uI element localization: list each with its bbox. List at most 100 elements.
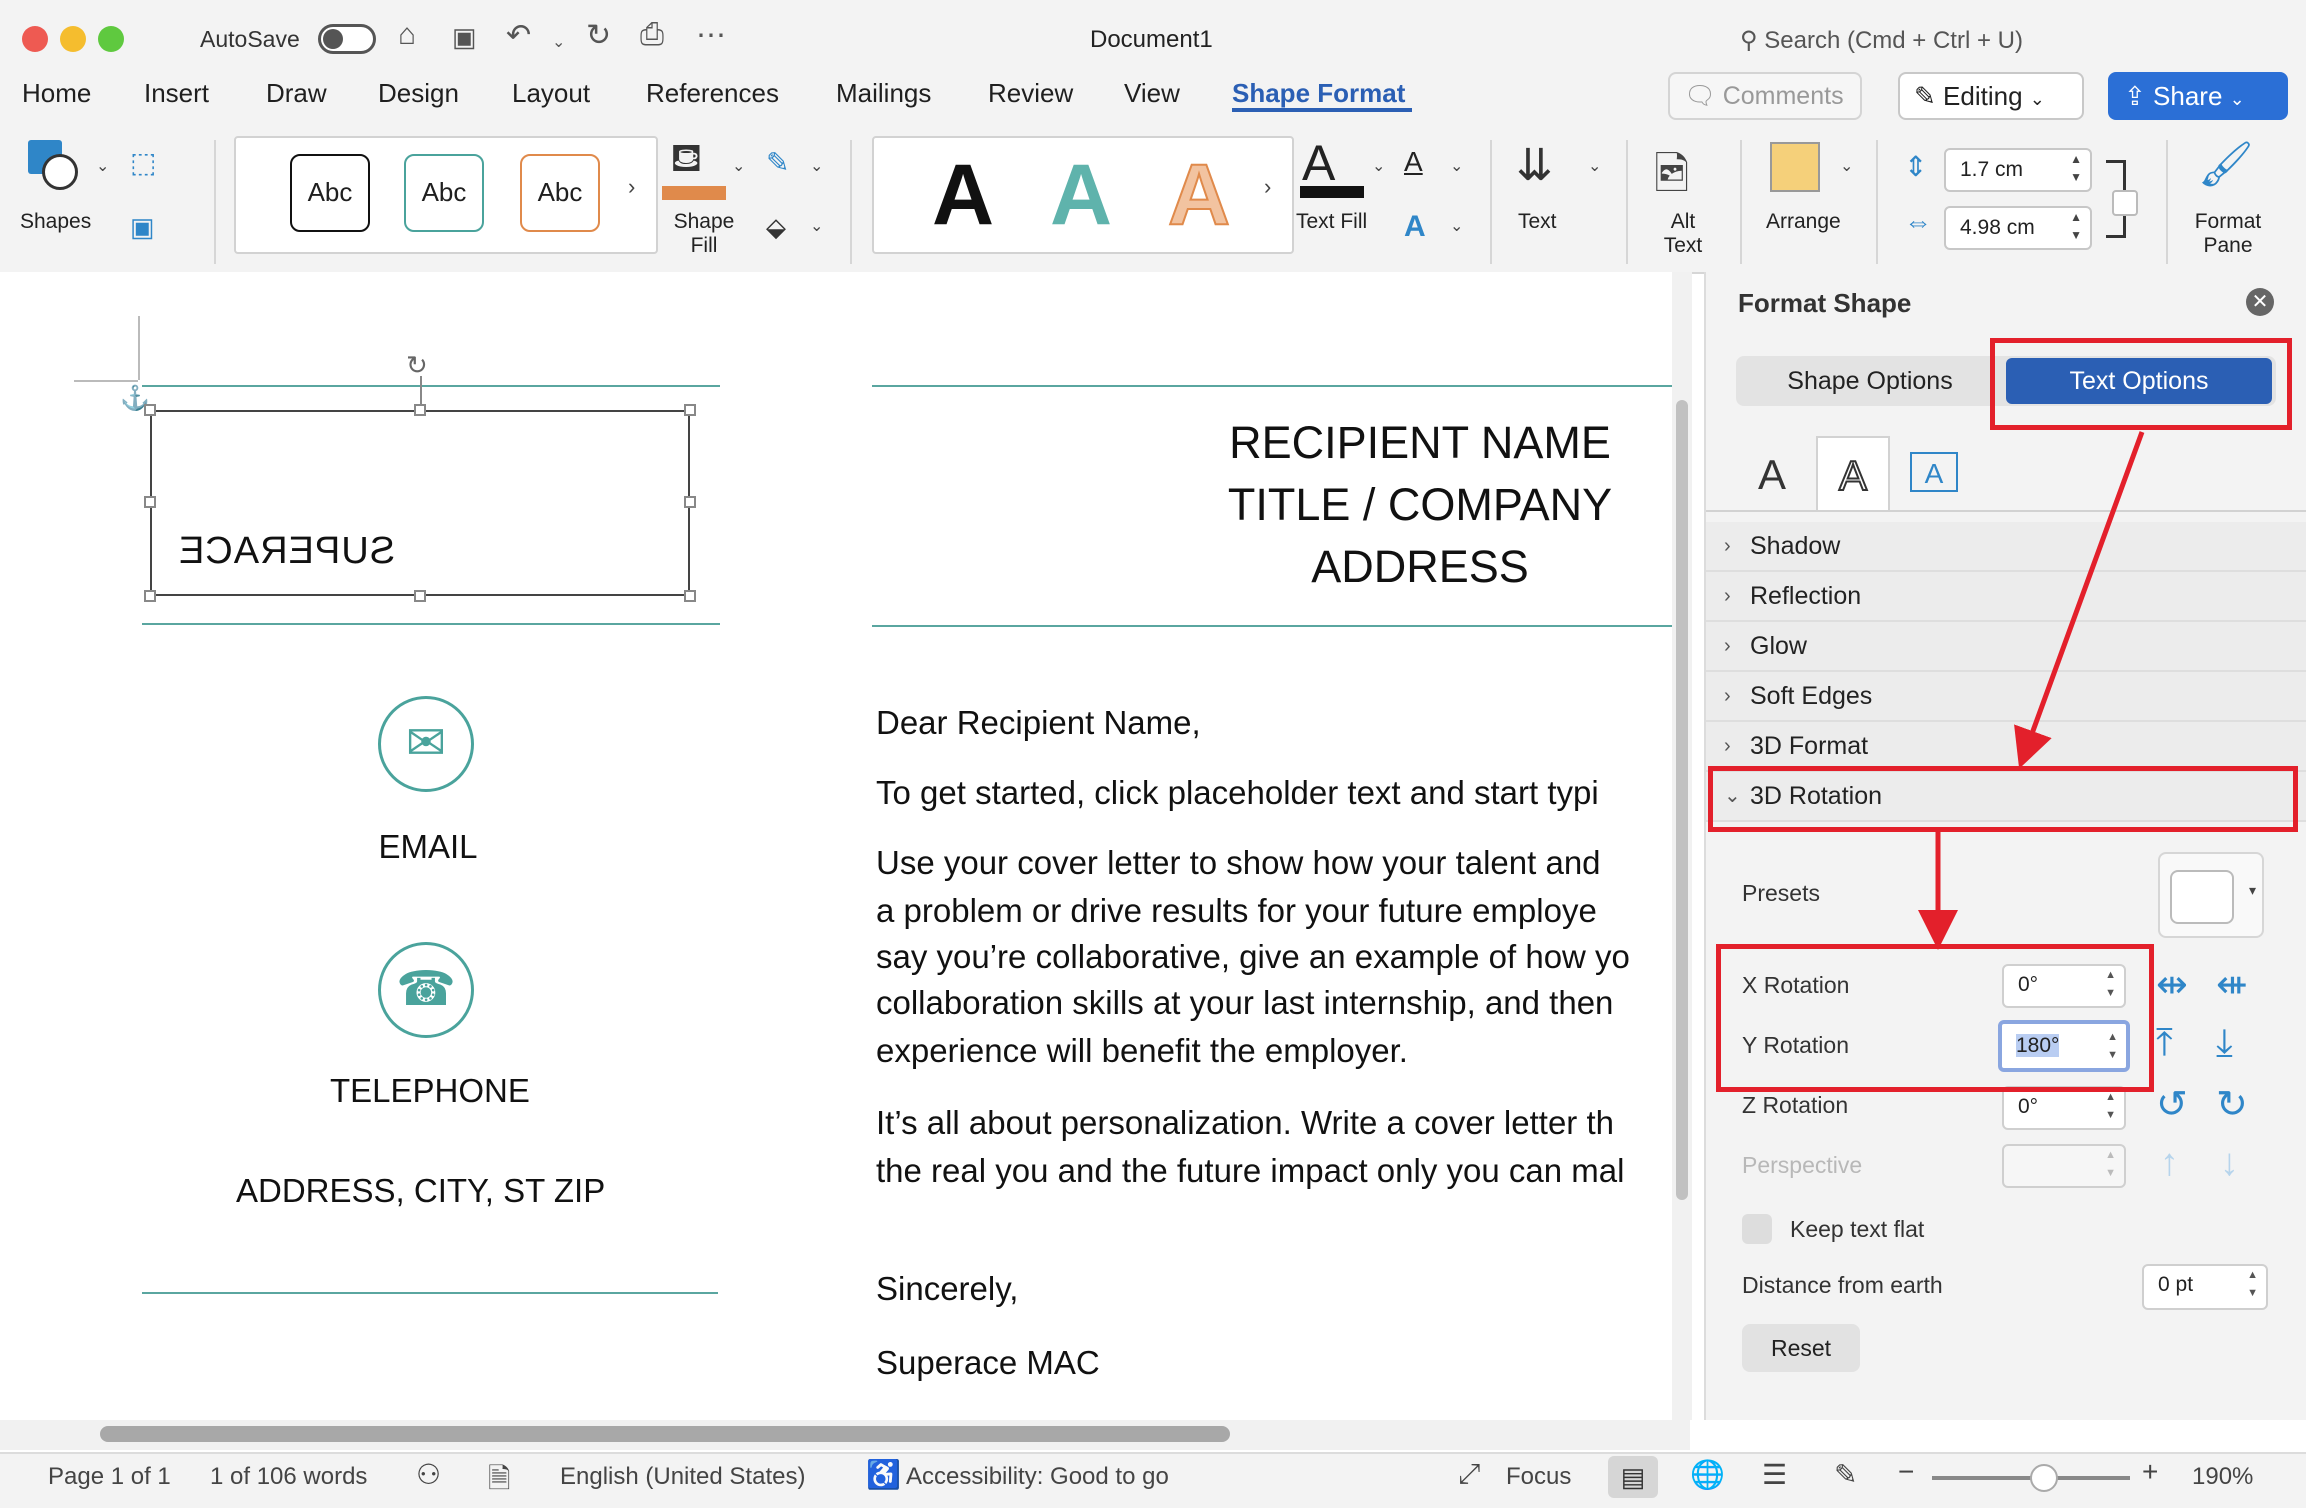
edit-shape-icon[interactable]: ⬚ (130, 146, 156, 179)
tab-insert[interactable]: Insert (144, 78, 209, 109)
rotate-right-x-icon[interactable]: ⇺ (2216, 962, 2248, 1007)
outline-chevron-icon[interactable]: ⌄ (810, 156, 823, 176)
text-outline-chevron-icon[interactable]: ⌄ (1450, 156, 1463, 176)
close-icon[interactable]: ✕ (2246, 288, 2274, 316)
resize-handle[interactable] (684, 404, 696, 416)
tab-mailings[interactable]: Mailings (836, 78, 931, 109)
arrange-chevron-icon[interactable]: ⌄ (1840, 156, 1853, 176)
letter-body[interactable]: Dear Recipient Name, To get started, cli… (876, 704, 1672, 1404)
redo-icon[interactable]: ↻ (586, 18, 611, 53)
tab-draw[interactable]: Draw (266, 78, 327, 109)
rotate-counterclockwise-icon[interactable]: ↺ (2156, 1082, 2188, 1127)
text-effects-icon[interactable]: A (1404, 210, 1426, 244)
shape-fill-chevron-icon[interactable]: ⌄ (732, 156, 745, 176)
text-box-icon[interactable]: ▣ (130, 212, 155, 243)
reset-button[interactable]: Reset (1742, 1324, 1860, 1372)
close-window-button[interactable] (22, 26, 48, 52)
resize-handle[interactable] (414, 590, 426, 602)
tab-references[interactable]: References (646, 78, 779, 109)
share-button[interactable]: ⇪ Share ⌄ (2108, 72, 2288, 120)
word-count[interactable]: 1 of 106 words (210, 1463, 367, 1491)
draft-view-icon[interactable]: ✎ (1834, 1458, 1857, 1491)
print-layout-icon[interactable]: ▤ (1608, 1456, 1658, 1498)
resize-handle[interactable] (144, 496, 156, 508)
zoom-level[interactable]: 190% (2192, 1463, 2253, 1491)
outline-view-icon[interactable]: ☰ (1762, 1458, 1787, 1491)
tab-view[interactable]: View (1124, 78, 1180, 109)
wordart-more-chevron-icon[interactable]: › (1264, 174, 1271, 200)
rotate-up-y-icon[interactable]: ⤒ (2156, 1022, 2173, 1065)
zoom-out-icon[interactable]: − (1898, 1456, 1914, 1488)
text-direction-icon[interactable]: ⇊ (1516, 140, 1553, 191)
tab-shape-format[interactable]: Shape Format (1232, 78, 1405, 109)
keep-text-flat-checkbox[interactable] (1742, 1214, 1772, 1244)
width-stepper-icon[interactable]: ▲ ▼ (2070, 208, 2082, 244)
resize-handle[interactable] (144, 404, 156, 416)
text-outline-icon[interactable]: A (1404, 146, 1423, 178)
shape-style-preset-1[interactable]: Abc (290, 154, 370, 232)
arrange-icon[interactable] (1770, 142, 1820, 192)
shapes-dropdown-chevron-icon[interactable]: ⌄ (96, 156, 109, 176)
search-box[interactable]: ⚲ Search (Cmd + Ctrl + U) (1740, 26, 2023, 55)
proofing-icon[interactable]: 🗎 (488, 1458, 511, 1506)
horizontal-scrollbar-thumb[interactable] (100, 1426, 1230, 1442)
text-fill-icon[interactable]: A (1302, 134, 1335, 192)
gallery-more-chevron-icon[interactable]: › (628, 174, 635, 200)
rotate-clockwise-icon[interactable]: ↻ (2216, 1082, 2248, 1127)
distance-from-earth-input[interactable]: 0 pt ▲ ▼ (2142, 1264, 2268, 1310)
effects-chevron-icon[interactable]: ⌄ (810, 216, 823, 236)
resize-handle[interactable] (684, 496, 696, 508)
shape-outline-icon[interactable]: ✎ (766, 146, 789, 179)
shape-style-preset-3[interactable]: Abc (520, 154, 600, 232)
undo-dropdown-chevron-icon[interactable]: ⌄ (552, 32, 565, 52)
minimize-window-button[interactable] (60, 26, 86, 52)
text-fill-chevron-icon[interactable]: ⌄ (1372, 156, 1385, 176)
home-icon[interactable]: ⌂ (398, 18, 416, 52)
shape-style-preset-2[interactable]: Abc (404, 154, 484, 232)
language-status[interactable]: English (United States) (560, 1463, 805, 1491)
tab-layout[interactable]: Layout (512, 78, 590, 109)
paint-bucket-icon[interactable]: ⛾ (670, 136, 703, 186)
height-stepper-icon[interactable]: ▲ ▼ (2070, 150, 2082, 186)
autosave-toggle[interactable] (318, 24, 376, 54)
accessibility-status[interactable]: Accessibility: Good to go (906, 1463, 1169, 1491)
resize-handle[interactable] (414, 404, 426, 416)
zoom-slider-thumb[interactable] (2030, 1464, 2058, 1492)
zoom-in-icon[interactable]: + (2142, 1456, 2158, 1488)
wordart-style-orange[interactable]: A (1167, 146, 1231, 245)
more-icon[interactable]: ⋯ (696, 18, 726, 53)
text-effects-chevron-icon[interactable]: ⌄ (1450, 216, 1463, 236)
shape-height-input[interactable]: 1.7 cm ▲ ▼ (1944, 148, 2092, 192)
comments-button[interactable]: 🗨 Comments (1668, 72, 1862, 120)
alt-text-icon[interactable]: 🖻 (1654, 142, 1689, 217)
print-icon[interactable]: ⎙ (640, 18, 664, 52)
editing-mode-button[interactable]: ✎ Editing ⌄ (1898, 72, 2084, 120)
tab-design[interactable]: Design (378, 78, 459, 109)
resize-handle[interactable] (684, 590, 696, 602)
z-rotation-stepper-icon[interactable]: ▲ ▼ (2105, 1088, 2116, 1124)
resize-handle[interactable] (144, 590, 156, 602)
maximize-window-button[interactable] (98, 26, 124, 52)
text-chevron-icon[interactable]: ⌄ (1588, 156, 1601, 176)
z-rotation-input[interactable]: 0° ▲ ▼ (2002, 1086, 2126, 1130)
rotate-left-x-icon[interactable]: ⇹ (2156, 962, 2188, 1007)
focus-label[interactable]: Focus (1506, 1463, 1571, 1491)
track-changes-icon[interactable]: ⚇ (416, 1458, 441, 1491)
vertical-scrollbar-thumb[interactable] (1676, 400, 1688, 1200)
tab-home[interactable]: Home (22, 78, 91, 109)
shape-width-input[interactable]: 4.98 cm ▲ ▼ (1944, 206, 2092, 250)
format-pane-icon[interactable]: 🖌 (2198, 138, 2254, 190)
selected-text-box[interactable]: SUPERACE (150, 410, 690, 596)
undo-icon[interactable]: ↶ (506, 18, 531, 53)
distance-stepper-icon[interactable]: ▲ ▼ (2247, 1266, 2258, 1302)
page-count[interactable]: Page 1 of 1 (48, 1463, 171, 1491)
rotate-handle-icon[interactable]: ↻ (406, 350, 428, 381)
accessibility-icon[interactable]: ♿ (866, 1458, 901, 1491)
save-icon[interactable]: ▣ (452, 22, 477, 53)
shapes-icon[interactable] (28, 140, 84, 196)
wordart-style-teal[interactable]: A (1050, 146, 1112, 245)
web-layout-icon[interactable]: 🌐 (1690, 1458, 1725, 1491)
tab-review[interactable]: Review (988, 78, 1073, 109)
focus-icon[interactable]: ⤢ (1458, 1458, 1480, 1491)
rotate-down-y-icon[interactable]: ⤓ (2216, 1022, 2233, 1065)
